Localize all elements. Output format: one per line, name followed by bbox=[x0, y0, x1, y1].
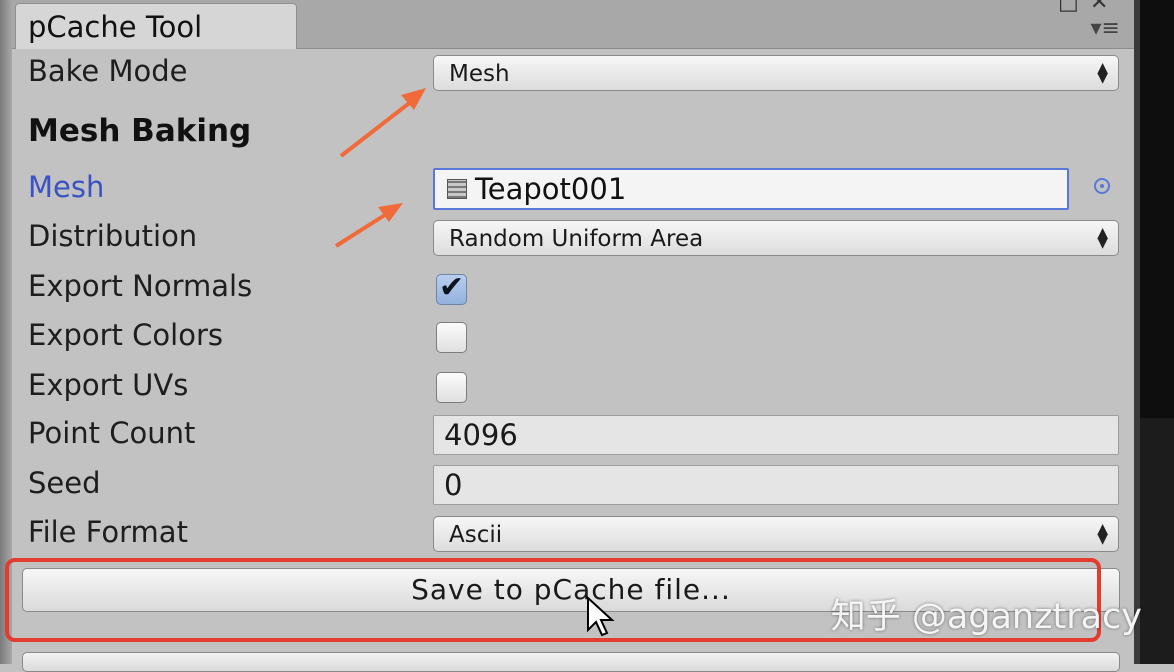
mesh-label: Mesh bbox=[28, 170, 105, 204]
right-scrollbar[interactable] bbox=[1134, 0, 1174, 664]
dropdown-arrows-icon: ▲ ▼ bbox=[1097, 225, 1108, 251]
point-count-label: Point Count bbox=[28, 416, 196, 450]
bake-mode-dropdown[interactable]: Mesh ▲ ▼ bbox=[433, 55, 1119, 91]
mesh-object-field[interactable]: Teapot001 bbox=[433, 168, 1069, 210]
export-uvs-label: Export UVs bbox=[28, 368, 189, 402]
distribution-dropdown[interactable]: Random Uniform Area ▲ ▼ bbox=[433, 220, 1119, 256]
bake-mode-value: Mesh bbox=[449, 61, 510, 87]
scrollbar-thumb[interactable] bbox=[1140, 418, 1174, 664]
file-format-dropdown[interactable]: Ascii ▲ ▼ bbox=[433, 516, 1119, 552]
bake-mode-label: Bake Mode bbox=[28, 54, 188, 88]
watermark: 知乎 @aganztracy bbox=[830, 597, 1142, 637]
window-title: pCache Tool bbox=[28, 10, 203, 44]
dropdown-arrows-icon: ▲ ▼ bbox=[1097, 60, 1108, 86]
distribution-label: Distribution bbox=[28, 219, 198, 253]
object-picker-icon[interactable] bbox=[1094, 178, 1110, 194]
seed-label: Seed bbox=[28, 466, 101, 500]
mesh-asset-icon bbox=[447, 179, 467, 199]
tab-bar: pCache Tool □ ✕ ▾≡ bbox=[12, 0, 1134, 49]
export-normals-checkbox[interactable] bbox=[436, 270, 467, 305]
close-icon[interactable]: ✕ bbox=[1090, 0, 1108, 15]
point-count-value: 4096 bbox=[444, 418, 518, 452]
tab-menu-icon[interactable]: ▾≡ bbox=[1091, 16, 1120, 41]
export-normals-label: Export Normals bbox=[28, 269, 253, 303]
mesh-value: Teapot001 bbox=[475, 172, 627, 206]
distribution-value: Random Uniform Area bbox=[449, 226, 704, 252]
file-format-value: Ascii bbox=[449, 522, 503, 548]
dropdown-arrows-icon: ▲ ▼ bbox=[1097, 521, 1108, 547]
export-uvs-checkbox[interactable] bbox=[436, 372, 467, 403]
point-count-field[interactable]: 4096 bbox=[433, 415, 1119, 455]
seed-value: 0 bbox=[444, 468, 463, 502]
mouse-cursor-icon bbox=[587, 596, 615, 637]
section-title-mesh-baking: Mesh Baking bbox=[28, 113, 252, 149]
export-colors-label: Export Colors bbox=[28, 318, 223, 352]
seed-field[interactable]: 0 bbox=[433, 465, 1119, 505]
maximize-icon[interactable]: □ bbox=[1058, 0, 1079, 15]
tab-pcache-tool[interactable]: pCache Tool bbox=[15, 3, 297, 49]
export-colors-checkbox[interactable] bbox=[436, 322, 467, 353]
bottom-button-partial[interactable] bbox=[22, 652, 1120, 672]
file-format-label: File Format bbox=[28, 515, 188, 549]
